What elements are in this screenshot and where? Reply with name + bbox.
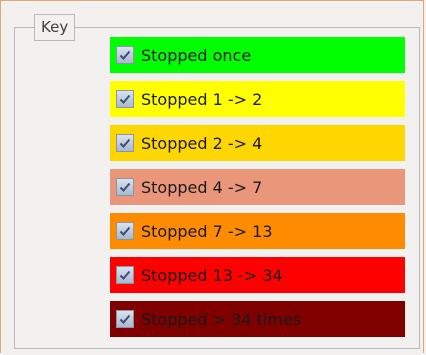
key-row-stopped-once: Stopped once <box>110 37 405 73</box>
checkmark-icon <box>119 226 131 236</box>
checkmark-icon <box>119 182 131 192</box>
stopped-once-checkbox[interactable] <box>116 46 134 64</box>
key-row-label: Stopped 13 -> 34 <box>141 265 283 285</box>
key-row-label: Stopped > 34 times <box>141 309 302 329</box>
key-row-label: Stopped 4 -> 7 <box>141 177 263 197</box>
checkmark-icon <box>119 138 131 148</box>
key-row-label: Stopped once <box>141 45 252 65</box>
stopped-1-2-checkbox[interactable] <box>116 90 134 108</box>
key-row-stopped-2-4: Stopped 2 -> 4 <box>110 125 405 161</box>
key-row-label: Stopped 7 -> 13 <box>141 221 273 241</box>
key-row-label: Stopped 1 -> 2 <box>141 89 263 109</box>
key-group-title: Key <box>34 14 76 41</box>
stopped-13-34-checkbox[interactable] <box>116 266 134 284</box>
checkmark-icon <box>119 270 131 280</box>
stopped-over-34-checkbox[interactable] <box>116 310 134 328</box>
key-row-stopped-4-7: Stopped 4 -> 7 <box>110 169 405 205</box>
key-row-stopped-1-2: Stopped 1 -> 2 <box>110 81 405 117</box>
stopped-4-7-checkbox[interactable] <box>116 178 134 196</box>
key-row-stopped-13-34: Stopped 13 -> 34 <box>110 257 405 293</box>
stopped-7-13-checkbox[interactable] <box>116 222 134 240</box>
key-row-stopped-7-13: Stopped 7 -> 13 <box>110 213 405 249</box>
key-row-label: Stopped 2 -> 4 <box>141 133 263 153</box>
stopped-2-4-checkbox[interactable] <box>116 134 134 152</box>
checkmark-icon <box>119 94 131 104</box>
checkmark-icon <box>119 50 131 60</box>
checkmark-icon <box>119 314 131 324</box>
key-row-stopped-over-34: Stopped > 34 times <box>110 301 405 337</box>
